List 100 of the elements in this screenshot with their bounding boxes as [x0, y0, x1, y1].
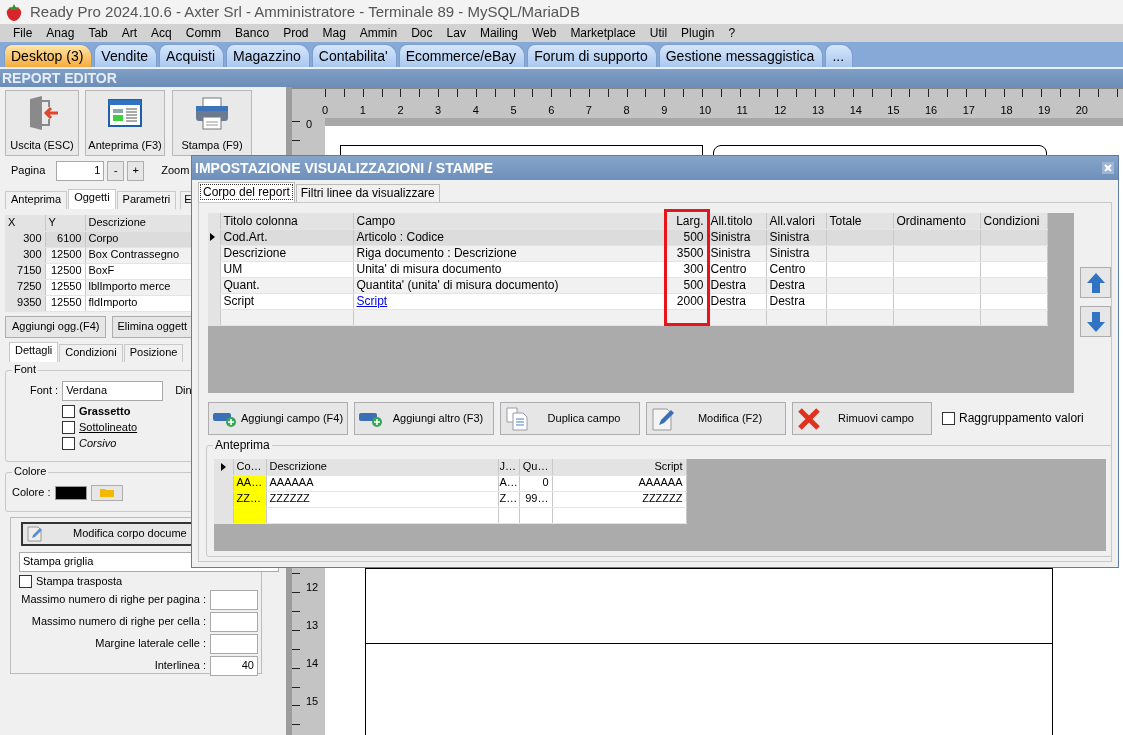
checkbox-label[interactable]: Sottolineato — [79, 420, 138, 434]
toolbar-button[interactable]: Stampa (F9) — [172, 90, 252, 156]
table-cell: Descrizione — [220, 245, 353, 261]
menu-item[interactable]: Prod — [276, 25, 316, 41]
column-header[interactable]: All.valori — [766, 213, 826, 229]
color-swatch[interactable] — [54, 485, 87, 500]
column-header[interactable]: Co… — [233, 459, 266, 475]
button[interactable]: Aggiungi altro (F3) — [354, 402, 494, 435]
button[interactable]: Rimuovi campo — [792, 402, 932, 435]
field-label: Zoom — [161, 164, 190, 178]
toolbar-button[interactable]: Anteprima (F3) — [85, 90, 165, 156]
table-cell: UM — [220, 261, 353, 277]
module-tab[interactable]: Vendite — [94, 44, 158, 67]
page-input[interactable]: 1 — [56, 161, 105, 181]
menu-item[interactable]: Ammin — [352, 25, 405, 41]
ruler-number: 12 — [306, 580, 320, 595]
column-header[interactable]: X — [5, 215, 45, 231]
field-label: Pagina — [11, 164, 46, 178]
checkbox[interactable] — [62, 420, 75, 434]
column-header[interactable]: Qu… — [519, 459, 552, 475]
column-header[interactable]: Descrizione — [266, 459, 498, 475]
table-cell: AAAAAA — [552, 475, 686, 491]
tab[interactable]: Posizione — [123, 343, 184, 362]
column-header[interactable]: Condizioni — [980, 213, 1047, 229]
button[interactable]: Modifica (F2) — [646, 402, 786, 435]
menu-item[interactable]: Art — [114, 25, 145, 41]
column-header[interactable]: Y — [45, 215, 85, 231]
column-header[interactable]: Titolo colonna — [220, 213, 353, 229]
module-tab[interactable]: Contabilita' — [311, 44, 397, 67]
table-cell: 12500 — [45, 247, 85, 263]
tab[interactable]: Anteprima — [5, 191, 68, 209]
module-tab[interactable]: Forum di supporto — [527, 44, 657, 67]
ruler-number: 13 — [306, 618, 320, 633]
menu-item[interactable]: ? — [721, 25, 743, 41]
menu-item[interactable]: Lav — [439, 25, 473, 41]
menu-item[interactable]: Web — [524, 25, 564, 41]
table-cell: Sinistra — [707, 229, 766, 245]
checkbox-label[interactable]: Raggruppamento valori — [959, 411, 1084, 426]
tab[interactable]: Condizioni — [59, 343, 123, 362]
menu-item[interactable]: Banco — [228, 25, 277, 41]
tab[interactable]: Dettagli — [9, 341, 59, 362]
table-cell: Quantita' (unita' di misura documento) — [353, 277, 666, 293]
checkbox-label[interactable]: Grassetto — [79, 404, 131, 418]
menu-item[interactable]: Mag — [315, 25, 353, 41]
module-tab[interactable]: Magazzino — [226, 44, 310, 67]
column-header[interactable]: All.titolo — [707, 213, 766, 229]
module-tab[interactable]: ... — [825, 44, 854, 67]
menu-item[interactable]: Anag — [39, 25, 82, 41]
menu-item[interactable]: Tab — [81, 25, 115, 41]
ruler-number: 9 — [661, 104, 669, 118]
menu-item[interactable]: Doc — [404, 25, 440, 41]
column-header[interactable]: Larg. — [666, 213, 707, 229]
checkbox[interactable] — [942, 412, 955, 425]
checkbox[interactable] — [62, 404, 75, 418]
tab[interactable]: Corpo del report — [198, 182, 295, 202]
input-field[interactable] — [210, 633, 258, 654]
tab[interactable]: Parametri — [116, 191, 177, 209]
move-up-button[interactable] — [1080, 267, 1111, 298]
module-tab[interactable]: Gestione messaggistica — [658, 44, 824, 67]
tab[interactable]: Filtri linee da visualizzare — [295, 184, 440, 202]
strawberry-icon — [4, 2, 24, 22]
input-field[interactable]: 40 — [210, 655, 258, 676]
module-tab[interactable]: Ecommerce/eBay — [398, 44, 526, 67]
checkbox-label[interactable]: Corsivo — [79, 436, 117, 451]
menu-item[interactable]: Plugin — [674, 25, 722, 41]
menu-item[interactable]: Marketplace — [563, 25, 643, 41]
column-header[interactable]: Ordinamento — [893, 213, 980, 229]
plus-button[interactable]: + — [127, 161, 145, 181]
column-header[interactable]: Campo — [353, 213, 666, 229]
font-input[interactable]: Verdana — [62, 380, 164, 401]
link[interactable]: Script — [356, 293, 388, 308]
input-field[interactable] — [210, 611, 258, 632]
column-header[interactable]: Totale — [826, 213, 893, 229]
ruler-number: 15 — [887, 104, 901, 118]
menu-item[interactable]: File — [6, 25, 40, 41]
minus-button[interactable]: - — [107, 161, 125, 181]
toolbar-button[interactable]: Uscita (ESC) — [5, 90, 79, 156]
checkbox[interactable] — [62, 436, 75, 450]
table-cell: Destra — [707, 277, 766, 293]
input-field[interactable] — [210, 589, 258, 610]
column-header[interactable]: J… — [498, 459, 519, 475]
column-header[interactable]: Script — [552, 459, 686, 475]
checkbox[interactable] — [19, 574, 32, 588]
menu-item[interactable]: Util — [642, 25, 675, 41]
close-icon[interactable] — [1102, 162, 1114, 174]
menu-item[interactable]: Comm — [178, 25, 229, 41]
button[interactable]: Aggiungi ogg.(F4) — [5, 315, 107, 338]
checkbox-label[interactable]: Stampa trasposta — [36, 574, 123, 588]
table-cell: 0 — [519, 475, 552, 491]
button[interactable]: Duplica campo — [500, 402, 640, 435]
table-cell: 2000 — [666, 293, 707, 309]
module-tab[interactable]: Acquisti — [159, 44, 225, 67]
menu-item[interactable]: Acq — [144, 25, 179, 41]
folder-icon — [99, 488, 114, 497]
module-tab[interactable]: Desktop (3) — [4, 44, 93, 67]
move-down-button[interactable] — [1080, 306, 1111, 337]
tab[interactable]: Oggetti — [68, 189, 116, 209]
button[interactable]: Aggiungi campo (F4) — [208, 402, 348, 435]
menu-item[interactable]: Mailing — [472, 25, 525, 41]
ruler-number: 2 — [397, 104, 405, 118]
